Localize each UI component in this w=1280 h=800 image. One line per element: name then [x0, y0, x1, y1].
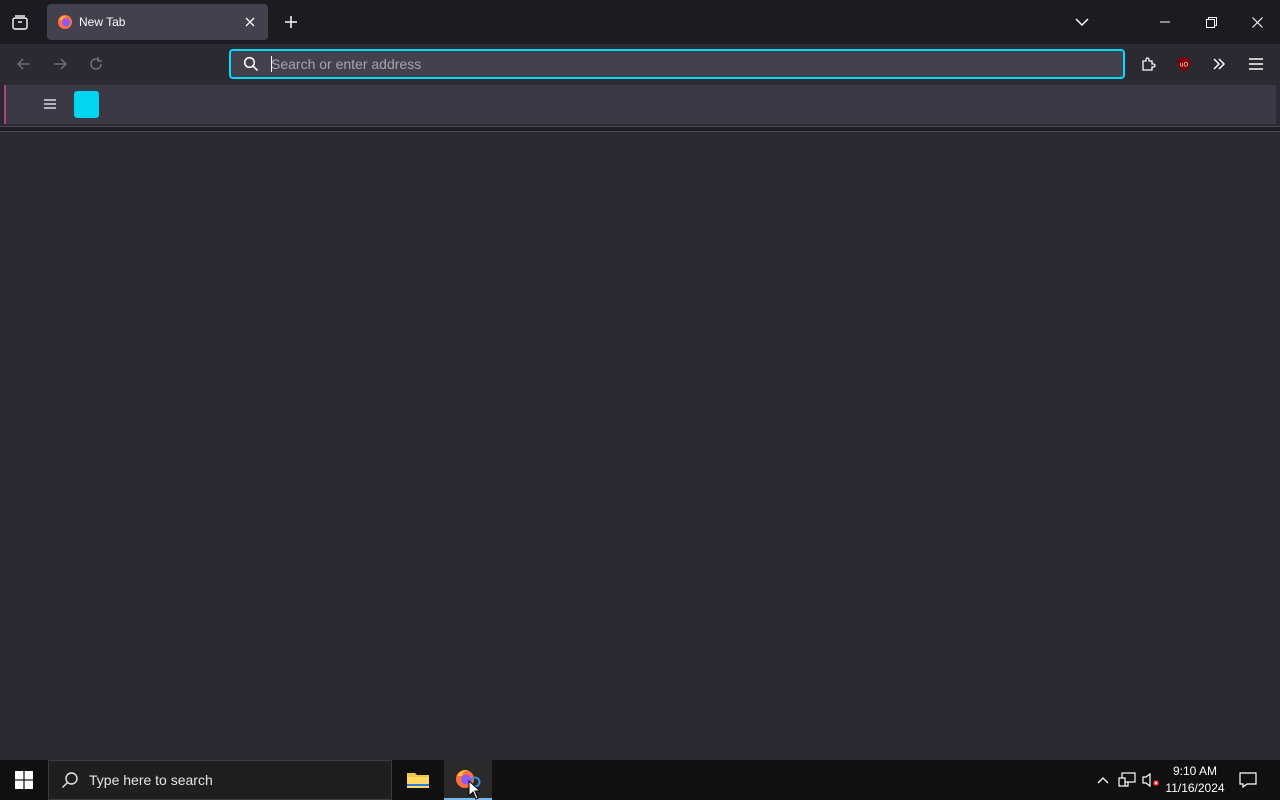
- tab-bar: New Tab: [0, 0, 1280, 44]
- clock-time: 9:10 AM: [1172, 764, 1218, 778]
- restore-icon[interactable]: [1188, 0, 1234, 44]
- reload-icon[interactable]: [82, 50, 110, 78]
- clock-date: 11/16/2024: [1165, 781, 1225, 795]
- close-icon[interactable]: [240, 12, 260, 32]
- page-content: [0, 132, 1280, 760]
- svg-text:uO: uO: [1180, 62, 1189, 69]
- hamburger-icon[interactable]: [38, 92, 62, 116]
- sidebar-toolbar: [4, 85, 1276, 124]
- ublock-icon[interactable]: uO: [1170, 50, 1198, 78]
- back-icon[interactable]: [10, 50, 38, 78]
- navigation-toolbar: uO: [0, 44, 1280, 84]
- taskbar: Type here to search 9:10 AM 11/16/2024: [0, 760, 1280, 800]
- search-icon: [61, 771, 79, 789]
- forward-icon[interactable]: [46, 50, 74, 78]
- extensions-icon[interactable]: [1134, 50, 1162, 78]
- mouse-cursor-icon: [468, 780, 480, 800]
- tab-new-tab[interactable]: New Tab: [47, 4, 268, 40]
- sidebar-tile[interactable]: [74, 91, 99, 118]
- search-icon: [231, 56, 271, 72]
- app-menu-icon[interactable]: [1242, 50, 1270, 78]
- address-input[interactable]: [271, 56, 1091, 72]
- tab-list-icon[interactable]: [6, 8, 34, 36]
- windows-start-icon[interactable]: [0, 760, 48, 800]
- tab-title: New Tab: [79, 15, 126, 29]
- overflow-icon[interactable]: [1205, 50, 1233, 78]
- firefox-icon: [57, 14, 73, 30]
- new-tab-icon[interactable]: [277, 8, 305, 36]
- minimize-icon[interactable]: [1142, 0, 1188, 44]
- system-clock[interactable]: 9:10 AM 11/16/2024: [1160, 763, 1230, 797]
- taskbar-search[interactable]: Type here to search: [48, 760, 392, 800]
- address-bar[interactable]: [229, 49, 1125, 79]
- list-all-tabs-icon[interactable]: [1068, 8, 1096, 36]
- window-close-icon[interactable]: [1234, 0, 1280, 44]
- notification-icon[interactable]: [1234, 760, 1262, 800]
- network-icon[interactable]: [1115, 760, 1139, 800]
- file-explorer-icon[interactable]: [398, 760, 438, 800]
- chevron-up-icon[interactable]: [1092, 760, 1114, 800]
- taskbar-search-placeholder: Type here to search: [89, 772, 213, 788]
